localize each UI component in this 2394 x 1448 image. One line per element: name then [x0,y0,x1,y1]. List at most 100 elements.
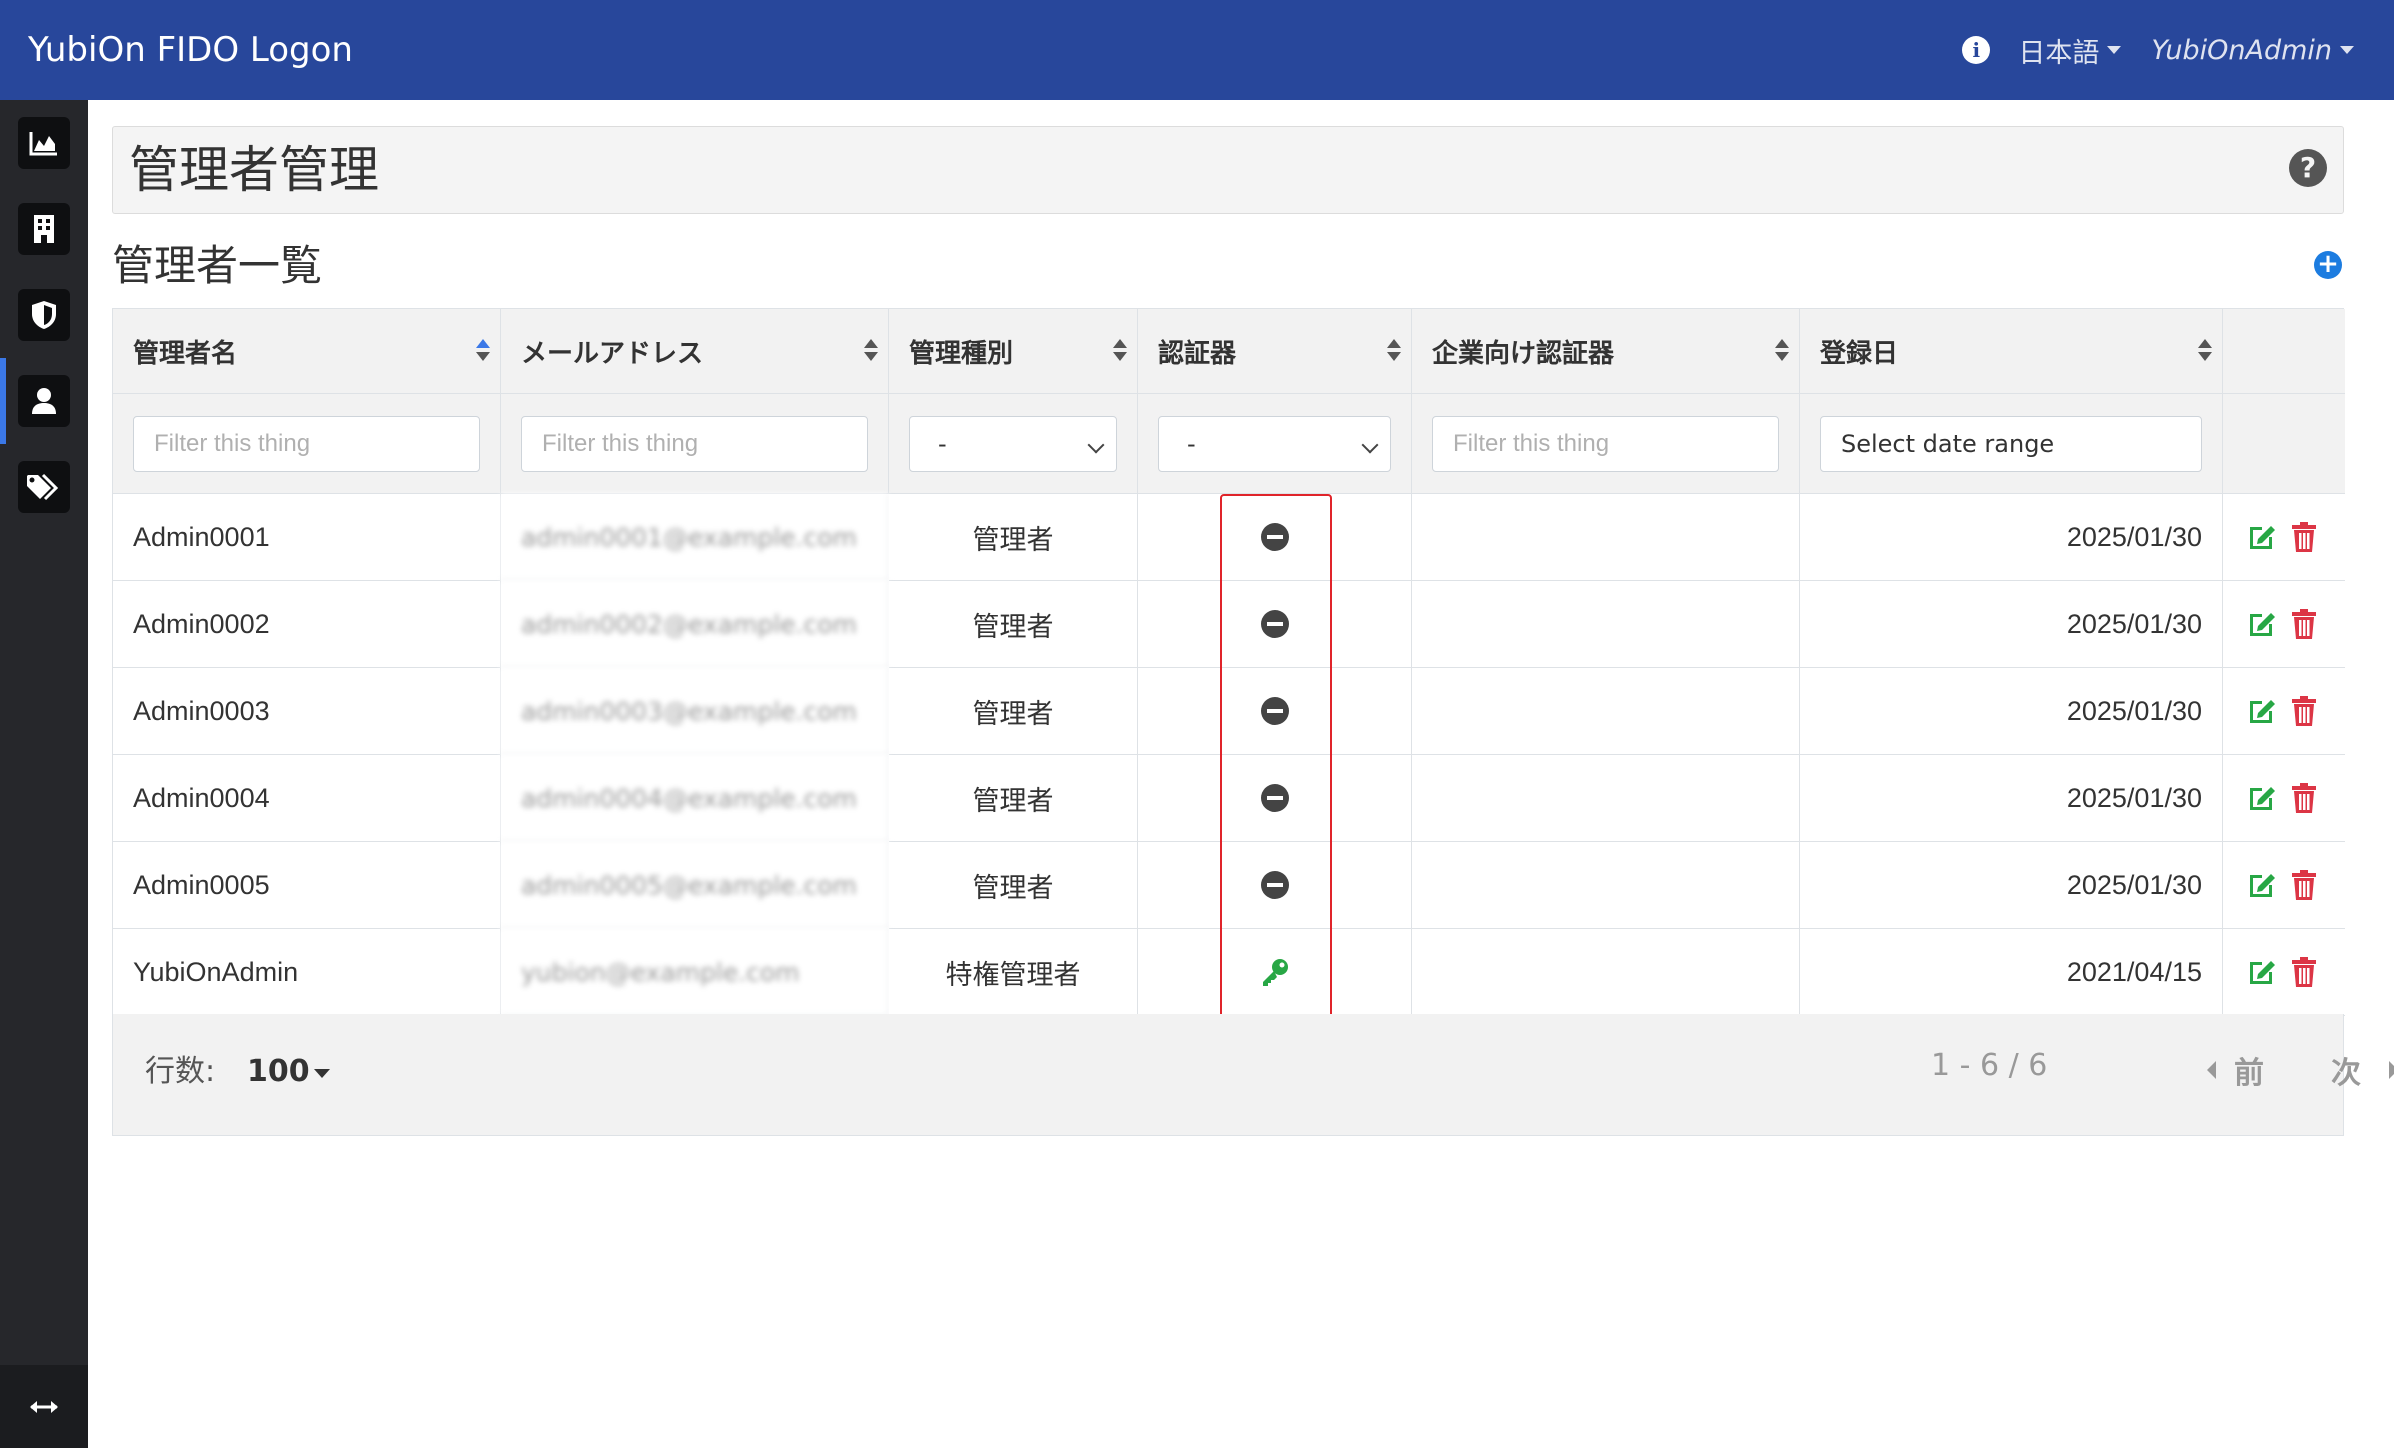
table-cell-actions [2223,842,2345,929]
enterprise-filter-input[interactable] [1432,415,1779,472]
rows-per-page-dropdown[interactable]: 100 [247,1054,330,1089]
table-cell-text: 2025/01/30 [2066,608,2202,639]
email-filter-input[interactable] [521,415,868,472]
table-cell-text: 管理者 [972,785,1054,817]
minus-circle-icon [1260,610,1289,638]
brand-title[interactable]: YubiOn FIDO Logon [28,26,353,74]
user-label: YubiOnAdmin [2151,34,2332,66]
column-header-email[interactable]: メールアドレス [501,309,889,394]
table-cell-date: 2021/04/15 [1800,929,2223,1016]
filter-cell-type: - [889,394,1138,494]
column-header-label: メールアドレス [521,338,704,369]
table-cell-date: 2025/01/30 [1800,668,2223,755]
table-cell-date: 2025/01/30 [1800,494,2223,581]
table-cell-text: 2025/01/30 [2066,695,2202,726]
trash-icon[interactable] [2290,695,2322,727]
column-header-type[interactable]: 管理種別 [889,309,1138,394]
table-cell-authenticator [1138,494,1412,581]
table-cell-date: 2025/01/30 [1800,755,2223,842]
chevron-down-icon [1361,436,1379,453]
table-cell-actions [2223,755,2345,842]
table-cell-enterprise [1412,929,1800,1016]
date-range-placeholder: Select date range [1841,429,2055,458]
column-header-authenticator[interactable]: 認証器 [1138,309,1412,394]
trash-icon[interactable] [2290,956,2322,988]
sidebar-item-tags[interactable] [0,444,88,530]
next-page-button[interactable]: 次 [2331,1048,2394,1092]
authenticator-filter-select[interactable]: - [1158,415,1391,472]
table-cell-text: admin0003@example.com [521,696,857,726]
plus-circle-icon[interactable]: + [2314,251,2342,279]
table-cell-date: 2025/01/30 [1800,581,2223,668]
prev-page-button[interactable]: 前 [2207,1048,2264,1092]
user-icon [18,375,70,427]
sidebar-item-security[interactable] [0,272,88,358]
info-circle-icon[interactable]: i [1962,36,1991,64]
sort-icon[interactable] [476,339,490,363]
table-cell-authenticator [1138,842,1412,929]
table-cell-name: Admin0005 [113,842,501,929]
edit-icon[interactable] [2246,956,2278,988]
table-cell-email: yubion@example.com [501,929,889,1016]
column-header-name[interactable]: 管理者名 [113,309,501,394]
column-header-date[interactable]: 登録日 [1800,309,2223,394]
prev-page-label: 前 [2234,1056,2264,1091]
table-cell-text: 管理者 [972,611,1054,643]
table-cell-enterprise [1412,755,1800,842]
date-range-input[interactable]: Select date range [1820,415,2202,472]
trash-icon[interactable] [2290,608,2322,640]
minus-circle-icon [1260,523,1289,551]
edit-icon[interactable] [2246,608,2278,640]
user-dropdown[interactable]: YubiOnAdmin [2151,35,2354,66]
table-cell-text: 管理者 [972,872,1054,904]
question-circle-icon[interactable]: ? [2289,149,2327,187]
sidebar-item-company[interactable] [0,186,88,272]
sort-icon[interactable] [1387,339,1401,363]
navbar-right: i 日本語 YubiOnAdmin [1962,26,2354,74]
table-cell-text: 管理者 [972,524,1054,556]
table-cell-name: Admin0002 [113,581,501,668]
table-cell-type: 管理者 [889,842,1138,929]
filter-cell-enterprise [1412,394,1800,494]
table-cell-actions [2223,929,2345,1016]
edit-icon[interactable] [2246,695,2278,727]
table-cell-type: 管理者 [889,755,1138,842]
name-filter-input[interactable] [133,415,480,472]
edit-icon[interactable] [2246,782,2278,814]
table-cell-text: yubion@example.com [521,957,800,987]
language-label: 日本語 [2018,37,2100,69]
sort-icon[interactable] [1113,339,1127,363]
page-header: 管理者管理 ? [112,126,2344,214]
table-cell-name: Admin0003 [113,668,501,755]
trash-icon[interactable] [2290,782,2322,814]
page-range: 1 - 6 / 6 [1931,1048,2048,1083]
table-cell-type: 管理者 [889,581,1138,668]
sidebar-toggle[interactable] [0,1365,88,1448]
table-cell-text: 2021/04/15 [2066,956,2202,987]
sidebar-item-admins[interactable] [0,358,88,444]
sidebar-item-dashboard[interactable] [0,100,88,186]
column-header-enterprise[interactable]: 企業向け認証器 [1412,309,1800,394]
trash-icon[interactable] [2290,869,2322,901]
type-filter-select[interactable]: - [909,415,1117,472]
table-cell-name: Admin0004 [113,755,501,842]
arrows-horizontal-icon [30,1400,58,1413]
key-icon [1260,957,1290,987]
table-cell-date: 2025/01/30 [1800,842,2223,929]
table-footer: 行数: 100 1 - 6 / 6 前 次 [112,1014,2394,1136]
table-cell-type: 管理者 [889,494,1138,581]
trash-icon[interactable] [2290,521,2322,553]
table-cell-text: 管理者 [972,698,1054,730]
column-header-label: 企業向け認証器 [1432,338,1615,369]
sort-icon[interactable] [1775,339,1789,363]
building-icon [18,203,70,255]
filter-cell-date: Select date range [1800,394,2223,494]
edit-icon[interactable] [2246,869,2278,901]
table-cell-text: 2025/01/30 [2066,869,2202,900]
language-dropdown[interactable]: 日本語 [2018,31,2122,70]
edit-icon[interactable] [2246,521,2278,553]
column-header-label: 登録日 [1820,338,1899,369]
rows-per-page-value: 100 [247,1054,310,1089]
sort-icon[interactable] [864,339,878,363]
sort-icon[interactable] [2198,339,2212,363]
